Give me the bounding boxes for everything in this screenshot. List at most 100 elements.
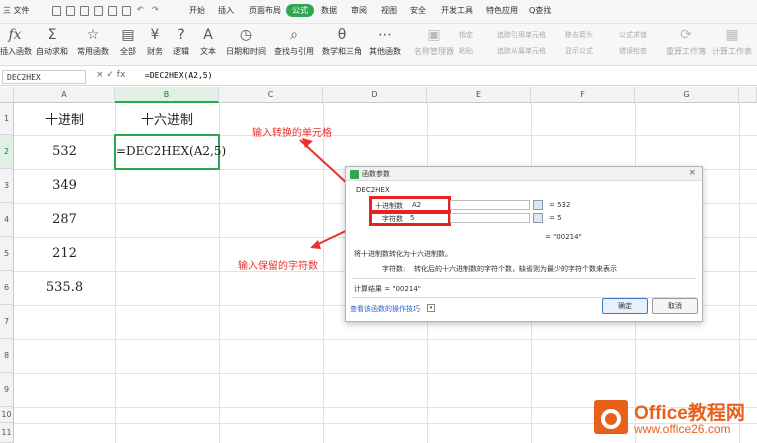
autosum-button[interactable]: Σ 自动求和 bbox=[35, 26, 69, 57]
annotation-char-count: 输入保留的字符数 bbox=[238, 261, 318, 272]
column-header-f[interactable]: F bbox=[531, 87, 635, 103]
file-menu[interactable]: 三 文件 bbox=[3, 5, 30, 16]
undo-icon[interactable]: ↶ bbox=[137, 5, 144, 14]
tab-page-layout[interactable]: 页面布局 bbox=[249, 5, 281, 16]
row-header-8[interactable]: 8 bbox=[0, 339, 14, 373]
redo-icon[interactable]: ↷ bbox=[152, 5, 159, 14]
name-box[interactable]: DEC2HEX bbox=[2, 70, 86, 84]
function-name: DEC2HEX bbox=[356, 186, 390, 194]
recalc-workbook-button[interactable]: ⟳ 重算工作簿 bbox=[666, 26, 706, 57]
cell-a4[interactable]: 287 bbox=[14, 212, 115, 227]
paste-name-button[interactable]: 粘贴 bbox=[459, 46, 473, 56]
tab-start[interactable]: 开始 bbox=[189, 5, 205, 16]
gridline bbox=[14, 373, 757, 374]
tab-security[interactable]: 安全 bbox=[410, 5, 426, 16]
clock-icon: ◷ bbox=[239, 27, 253, 43]
tab-data[interactable]: 数据 bbox=[321, 5, 337, 16]
column-header-e[interactable]: E bbox=[427, 87, 531, 103]
divider bbox=[352, 278, 696, 279]
trace-precedents-button[interactable]: 追踪引用单元格 bbox=[497, 30, 546, 40]
row-header-1[interactable]: 1 bbox=[0, 103, 14, 135]
column-header-g[interactable]: G bbox=[635, 87, 739, 103]
cell-a2[interactable]: 532 bbox=[14, 144, 115, 159]
arg2-field[interactable] bbox=[450, 213, 530, 223]
new-file-icon[interactable] bbox=[52, 6, 61, 16]
format-painter-icon[interactable] bbox=[122, 6, 131, 16]
tab-view[interactable]: 视图 bbox=[381, 5, 397, 16]
lookup-button[interactable]: ⌕ 查找与引用 bbox=[273, 26, 315, 57]
arg1-ref-button[interactable] bbox=[533, 200, 543, 210]
arg2-ref-button[interactable] bbox=[533, 213, 543, 223]
finance-button[interactable]: ¥ 财务 bbox=[145, 26, 165, 57]
column-header-a[interactable]: A bbox=[14, 87, 115, 103]
cancel-button[interactable]: 取消 bbox=[652, 298, 698, 314]
common-functions-button[interactable]: ☆ 常用函数 bbox=[76, 26, 110, 57]
arg1-field[interactable] bbox=[450, 200, 530, 210]
formula-icons[interactable]: × ✓ fx bbox=[96, 70, 125, 80]
evaluate-formula-button[interactable]: 公式求值 bbox=[619, 30, 647, 40]
ok-button[interactable]: 确定 bbox=[602, 298, 648, 314]
preview-icon[interactable] bbox=[108, 6, 117, 16]
column-header-b[interactable]: B bbox=[115, 87, 219, 103]
show-formulas-button[interactable]: 显示公式 bbox=[565, 46, 593, 56]
insert-function-button[interactable]: fx 插入函数 bbox=[0, 26, 32, 57]
tab-insert[interactable]: 插入 bbox=[218, 5, 234, 16]
gridline bbox=[739, 103, 740, 443]
row-header-10[interactable]: 10 bbox=[0, 407, 14, 423]
cell-a3[interactable]: 349 bbox=[14, 178, 115, 193]
arg2-label: 字符数 bbox=[382, 215, 403, 223]
row-header-4[interactable]: 4 bbox=[0, 203, 14, 237]
define-name-button[interactable]: 指定 bbox=[459, 30, 473, 40]
logic-button[interactable]: ? 逻辑 bbox=[171, 26, 191, 57]
help-link[interactable]: 查看该函数的操作技巧 bbox=[350, 304, 420, 314]
cell-a5[interactable]: 212 bbox=[14, 246, 115, 261]
arg1-value[interactable]: A2 bbox=[412, 201, 421, 209]
row-header-7[interactable]: 7 bbox=[0, 305, 14, 339]
column-header-c[interactable]: C bbox=[219, 87, 323, 103]
column-header-d[interactable]: D bbox=[323, 87, 427, 103]
row-header-11[interactable]: 11 bbox=[0, 423, 14, 443]
select-all-corner[interactable] bbox=[0, 87, 14, 103]
save-icon[interactable] bbox=[80, 6, 89, 16]
other-functions-button[interactable]: ⋯ 其他函数 bbox=[368, 26, 402, 57]
cell-b1[interactable]: 十六进制 bbox=[115, 109, 219, 128]
text-button[interactable]: A 文本 bbox=[198, 26, 218, 57]
help-arrow-icon[interactable]: ▾ bbox=[427, 304, 435, 312]
row-header-9[interactable]: 9 bbox=[0, 373, 14, 407]
tab-formula[interactable]: 公式 bbox=[286, 4, 314, 17]
watermark-url: www.office26.com bbox=[634, 422, 731, 436]
trace-dependents-button[interactable]: 追踪从属单元格 bbox=[497, 46, 546, 56]
formula-input[interactable]: =DEC2HEX(A2,5) bbox=[145, 71, 212, 80]
overall-result: = "00214" bbox=[545, 233, 582, 241]
row-header-2[interactable]: 2 bbox=[0, 135, 14, 169]
cell-a6[interactable]: 535.8 bbox=[14, 280, 115, 295]
watermark-title: Office教程网 bbox=[634, 403, 745, 424]
function-description: 将十进制数转化为十六进制数。 bbox=[354, 250, 452, 258]
remove-arrows-button[interactable]: 移去箭头 bbox=[565, 30, 593, 40]
search-button[interactable]: Q查找 bbox=[529, 5, 551, 16]
calc-sheet-button[interactable]: ▦ 计算工作表 bbox=[710, 26, 754, 57]
text-icon: A bbox=[203, 27, 213, 43]
date-time-button[interactable]: ◷ 日期和时间 bbox=[226, 26, 266, 57]
tab-review[interactable]: 审阅 bbox=[351, 5, 367, 16]
arg2-value[interactable]: 5 bbox=[410, 214, 414, 222]
error-check-button[interactable]: 错误检查 bbox=[619, 46, 647, 56]
close-icon[interactable]: × bbox=[688, 168, 696, 178]
menu-bar: 三 文件 ↶ ↷ 开始 插入 页面布局 公式 数据 审阅 视图 安全 开发工具 … bbox=[0, 0, 757, 24]
open-file-icon[interactable] bbox=[66, 6, 75, 16]
logic-icon: ? bbox=[177, 27, 185, 43]
print-icon[interactable] bbox=[94, 6, 103, 16]
math-trig-button[interactable]: θ 数学和三角 bbox=[322, 26, 362, 57]
cell-a1[interactable]: 十进制 bbox=[14, 109, 115, 128]
cell-b2[interactable]: =DEC2HEX(A2,5) bbox=[116, 144, 226, 158]
gridline bbox=[323, 103, 324, 443]
row-header-5[interactable]: 5 bbox=[0, 237, 14, 271]
name-manager-button[interactable]: ▣ 名称管理器 bbox=[414, 26, 454, 57]
lookup-icon: ⌕ bbox=[290, 27, 298, 43]
tab-special[interactable]: 特色应用 bbox=[486, 5, 518, 16]
row-header-6[interactable]: 6 bbox=[0, 271, 14, 305]
row-header-3[interactable]: 3 bbox=[0, 169, 14, 203]
tab-developer[interactable]: 开发工具 bbox=[441, 5, 473, 16]
all-functions-button[interactable]: ▤ 全部 bbox=[118, 26, 138, 57]
param-desc-label: 字符数: bbox=[382, 265, 406, 273]
